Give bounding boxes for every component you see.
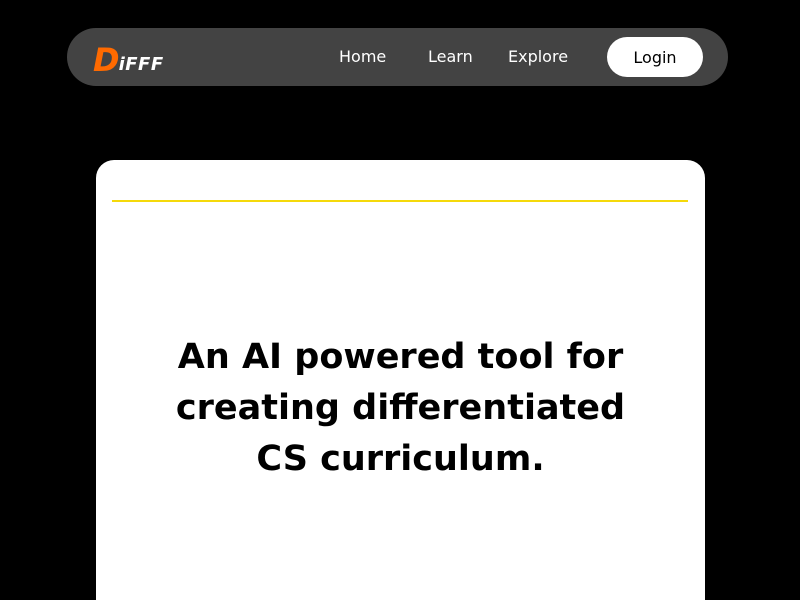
top-navbar: D iFFF Home Learn Explore Login xyxy=(67,28,728,86)
nav-link-learn[interactable]: Learn xyxy=(428,28,473,86)
nav-link-home[interactable]: Home xyxy=(339,28,386,86)
logo-text: iFFF xyxy=(118,54,164,75)
hero-headline: An AI powered tool for creating differen… xyxy=(96,332,705,485)
logo-letter-d: D xyxy=(93,41,120,79)
hero-card: An AI powered tool for creating differen… xyxy=(96,160,705,600)
hero-headline-line-2: creating differentiated xyxy=(175,388,626,428)
page: D iFFF Home Learn Explore Login An AI po… xyxy=(0,0,800,600)
hero-headline-line-1: An AI powered tool for xyxy=(177,337,624,377)
login-button[interactable]: Login xyxy=(607,37,703,77)
nav-link-explore[interactable]: Explore xyxy=(508,28,568,86)
hero-headline-line-3: CS curriculum. xyxy=(256,439,545,479)
difff-logo[interactable]: D iFFF xyxy=(93,38,164,76)
accent-divider xyxy=(112,200,688,202)
